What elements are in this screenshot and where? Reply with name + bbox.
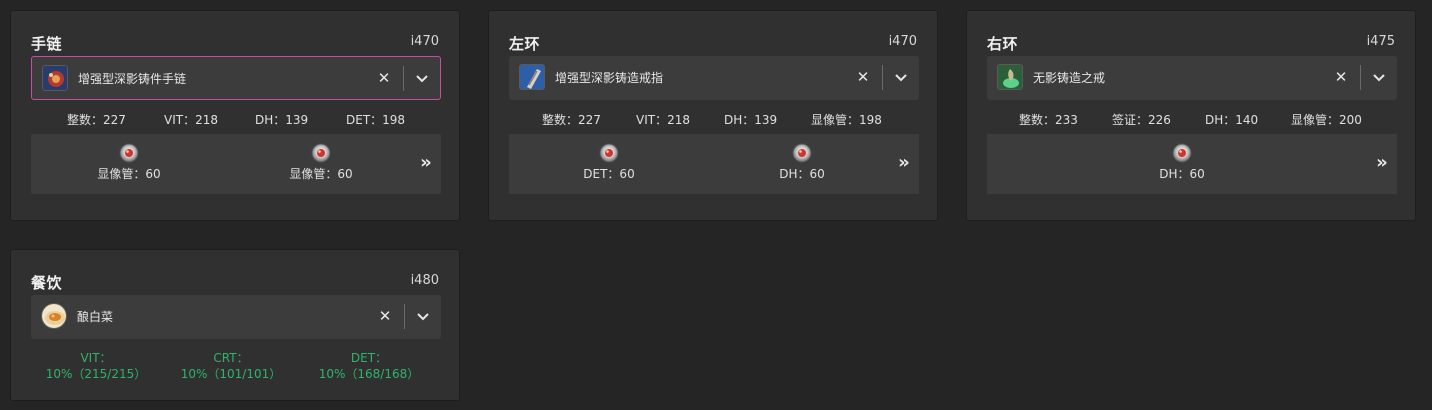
food-stat-name: CRT： — [213, 351, 249, 365]
item-name: 增强型深影铸件手链 — [78, 72, 187, 86]
food-stat-value: 10%（215/215） — [45, 367, 147, 381]
food-stat-name: VIT： — [80, 351, 112, 365]
clear-button[interactable]: ✕ — [1333, 67, 1349, 87]
materia-icon — [119, 143, 139, 163]
ring-icon — [997, 64, 1023, 90]
materia-slot[interactable]: 显像管：60 — [261, 142, 381, 182]
expand-materia-button[interactable]: » — [1373, 154, 1391, 174]
left-ring-card: 左环 i470 增强型深影铸造戒指 ✕ 整数：227 VIT：218 DH：13… — [488, 10, 938, 221]
stat: 签证：226 — [1112, 113, 1171, 127]
materia-bar: 显像管：60 显像管：60 » — [31, 134, 441, 194]
materia-slot[interactable]: DH：60 — [1122, 142, 1242, 182]
card-title: 餐饮 — [31, 274, 63, 292]
materia-icon — [599, 143, 619, 163]
right-ring-card: 右环 i475 无影铸造之戒 ✕ 整数：233 签证：226 DH：140 显像… — [966, 10, 1416, 221]
clear-button[interactable]: ✕ — [376, 68, 392, 88]
food-stat: VIT： 10%（215/215） — [31, 350, 161, 382]
stat: 整数：233 — [1019, 113, 1078, 127]
materia-slot[interactable]: DET：60 — [549, 142, 669, 182]
chevron-down-icon[interactable] — [1369, 67, 1389, 87]
stat: DH：139 — [724, 113, 778, 127]
clear-button[interactable]: ✕ — [377, 306, 393, 326]
materia-icon — [1172, 143, 1192, 163]
materia-label: DH：60 — [1159, 167, 1205, 181]
materia-bar: DH：60 » — [987, 134, 1397, 194]
item-level: i475 — [1366, 34, 1395, 49]
item-select[interactable]: 无影铸造之戒 ✕ — [987, 56, 1397, 100]
chevron-down-icon[interactable] — [413, 306, 433, 326]
stat: VIT：218 — [164, 113, 218, 127]
materia-label: DH：60 — [779, 167, 825, 181]
item-level: i470 — [888, 34, 917, 49]
materia-slot[interactable]: DH：60 — [742, 142, 862, 182]
item-select[interactable]: 增强型深影铸件手链 ✕ — [31, 56, 441, 100]
materia-slot[interactable]: 显像管：60 — [69, 142, 189, 182]
item-stats: 整数：227 VIT：218 DH：139 DET：198 — [31, 111, 441, 127]
card-title: 右环 — [987, 35, 1019, 53]
clear-button[interactable]: ✕ — [855, 67, 871, 87]
divider — [1360, 65, 1361, 90]
materia-label: 显像管：60 — [97, 167, 161, 181]
stat: 显像管：200 — [1291, 113, 1362, 127]
bracelet-icon — [42, 65, 68, 91]
food-icon — [41, 303, 67, 329]
divider — [404, 304, 405, 329]
stat: DH：139 — [255, 113, 309, 127]
stat: 整数：227 — [542, 113, 601, 127]
stat: 整数：227 — [67, 113, 126, 127]
bracelet-card: 手链 i470 增强型深影铸件手链 ✕ 整数：227 VIT：218 DH：13… — [10, 10, 460, 221]
materia-icon — [792, 143, 812, 163]
item-stats: 整数：233 签证：226 DH：140 显像管：200 — [987, 111, 1397, 127]
food-select[interactable]: 酿白菜 ✕ — [31, 295, 441, 339]
food-stats: VIT： 10%（215/215） CRT： 10%（101/101） DET：… — [31, 350, 441, 390]
materia-bar: DET：60 DH：60 » — [509, 134, 919, 194]
expand-materia-button[interactable]: » — [417, 154, 435, 174]
food-card: 餐饮 i480 酿白菜 ✕ VIT： 10%（215/215） CRT： 10%… — [10, 249, 460, 401]
stat: 显像管：198 — [811, 113, 882, 127]
item-select[interactable]: 增强型深影铸造戒指 ✕ — [509, 56, 919, 100]
divider — [403, 66, 404, 91]
stat: DET：198 — [346, 113, 406, 127]
chevron-down-icon[interactable] — [412, 68, 432, 88]
item-level: i470 — [410, 34, 439, 49]
food-stat-value: 10%（168/168） — [318, 367, 420, 381]
card-title: 手链 — [31, 35, 63, 53]
food-stat: DET： 10%（168/168） — [304, 350, 434, 382]
ring-icon — [519, 64, 545, 90]
card-title: 左环 — [509, 35, 541, 53]
item-name: 增强型深影铸造戒指 — [555, 71, 664, 85]
stat: VIT：218 — [636, 113, 690, 127]
item-name: 酿白菜 — [77, 310, 114, 324]
divider — [882, 65, 883, 90]
food-stat-name: DET： — [350, 351, 388, 365]
food-stat: CRT： 10%（101/101） — [166, 350, 296, 382]
materia-label: DET：60 — [583, 167, 635, 181]
item-name: 无影铸造之戒 — [1033, 71, 1106, 85]
materia-label: 显像管：60 — [289, 167, 353, 181]
chevron-down-icon[interactable] — [891, 67, 911, 87]
stat: DH：140 — [1205, 113, 1259, 127]
materia-icon — [311, 143, 331, 163]
expand-materia-button[interactable]: » — [895, 154, 913, 174]
food-stat-value: 10%（101/101） — [180, 367, 282, 381]
item-stats: 整数：227 VIT：218 DH：139 显像管：198 — [509, 111, 919, 127]
item-level: i480 — [410, 273, 439, 288]
